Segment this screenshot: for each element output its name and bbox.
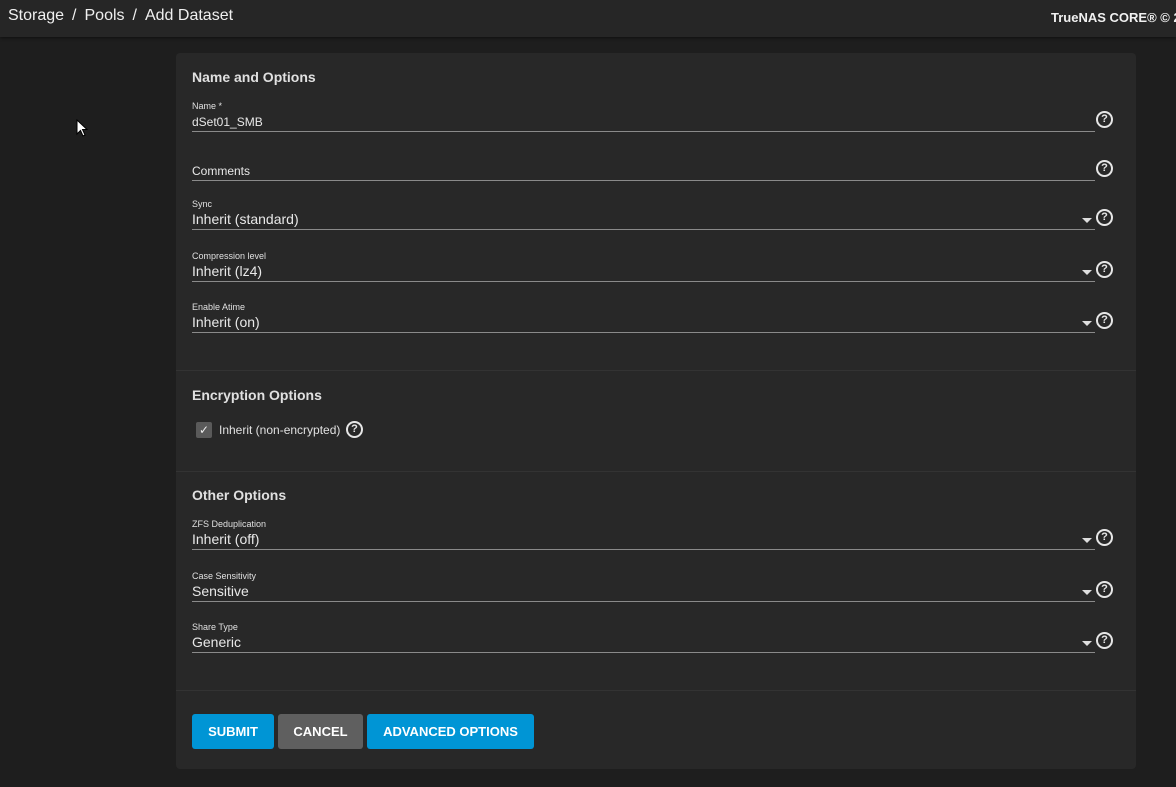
add-dataset-form: Name and Options Name * dSet01_SMB ? Com… <box>176 53 1136 769</box>
underline <box>192 601 1095 602</box>
section-name-options: Name and Options Name * dSet01_SMB ? Com… <box>176 53 1136 371</box>
field-label: Compression level <box>192 251 267 261</box>
field-label: ZFS Deduplication <box>192 519 267 529</box>
inherit-encryption-checkbox[interactable]: ✓ <box>196 422 212 438</box>
dropdown-arrow-icon[interactable] <box>1082 218 1092 223</box>
section-title: Encryption Options <box>192 387 322 403</box>
underline <box>192 332 1095 333</box>
atime-select[interactable]: Enable Atime Inherit (on) ? <box>192 302 1122 342</box>
brand-copyright: TrueNAS CORE® © 2 <box>1051 10 1176 25</box>
select-value[interactable]: Inherit (standard) <box>192 211 299 227</box>
mouse-cursor-icon <box>76 119 88 137</box>
underline <box>192 229 1095 230</box>
breadcrumb-pools[interactable]: Pools <box>85 7 125 24</box>
help-icon[interactable]: ? <box>346 421 363 438</box>
top-bar: Storage / Pools / Add Dataset TrueNAS CORE® … <box>0 0 1176 37</box>
breadcrumb-add-dataset: Add Dataset <box>144 7 234 24</box>
compression-select[interactable]: Compression level Inherit (lz4) ? <box>192 251 1122 291</box>
select-value[interactable]: Generic <box>192 634 241 650</box>
checkbox-label[interactable]: Inherit (non-encrypted) <box>219 423 340 437</box>
underline <box>192 652 1095 653</box>
breadcrumb-storage[interactable]: Storage <box>8 7 64 24</box>
submit-button[interactable]: SUBMIT <box>192 714 274 749</box>
dedup-select[interactable]: ZFS Deduplication Inherit (off) ? <box>192 519 1122 559</box>
dropdown-arrow-icon[interactable] <box>1082 270 1092 275</box>
field-label: Share Type <box>192 622 238 632</box>
select-value[interactable]: Inherit (lz4) <box>192 263 262 279</box>
select-value[interactable]: Sensitive <box>192 583 249 599</box>
help-icon[interactable]: ? <box>1096 111 1113 128</box>
comments-input[interactable]: Comments <box>192 164 250 178</box>
section-title: Other Options <box>192 487 287 503</box>
breadcrumb: Storage / Pools / Add Dataset <box>8 7 234 24</box>
name-field[interactable]: Name * dSet01_SMB ? <box>192 101 1122 141</box>
comments-field[interactable]: Comments ? <box>192 150 1122 190</box>
underline <box>192 131 1095 132</box>
dropdown-arrow-icon[interactable] <box>1082 321 1092 326</box>
share-type-select[interactable]: Share Type Generic ? <box>192 622 1122 662</box>
case-sensitivity-select[interactable]: Case Sensitivity Sensitive ? <box>192 571 1122 611</box>
sync-select[interactable]: Sync Inherit (standard) ? <box>192 199 1122 239</box>
section-other-options: Other Options ZFS Deduplication Inherit … <box>176 472 1136 691</box>
cancel-button[interactable]: CANCEL <box>278 714 363 749</box>
field-label: Sync <box>192 199 213 209</box>
help-icon[interactable]: ? <box>1096 632 1113 649</box>
section-encryption: Encryption Options <box>176 371 1136 472</box>
field-label: Name * <box>192 101 223 111</box>
dropdown-arrow-icon[interactable] <box>1082 538 1092 543</box>
help-icon[interactable]: ? <box>1096 261 1113 278</box>
underline <box>192 549 1095 550</box>
select-value[interactable]: Inherit (on) <box>192 314 260 330</box>
help-icon[interactable]: ? <box>1096 209 1113 226</box>
help-icon[interactable]: ? <box>1096 581 1113 598</box>
field-label: Case Sensitivity <box>192 571 257 581</box>
field-label: Enable Atime <box>192 302 246 312</box>
help-icon[interactable]: ? <box>1096 160 1113 177</box>
underline <box>192 180 1095 181</box>
advanced-options-button[interactable]: ADVANCED OPTIONS <box>367 714 534 749</box>
help-icon[interactable]: ? <box>1096 529 1113 546</box>
help-icon[interactable]: ? <box>1096 312 1113 329</box>
underline <box>192 281 1095 282</box>
name-input[interactable]: dSet01_SMB <box>192 115 263 129</box>
dropdown-arrow-icon[interactable] <box>1082 641 1092 646</box>
section-title: Name and Options <box>192 69 316 85</box>
select-value[interactable]: Inherit (off) <box>192 531 259 547</box>
dropdown-arrow-icon[interactable] <box>1082 590 1092 595</box>
